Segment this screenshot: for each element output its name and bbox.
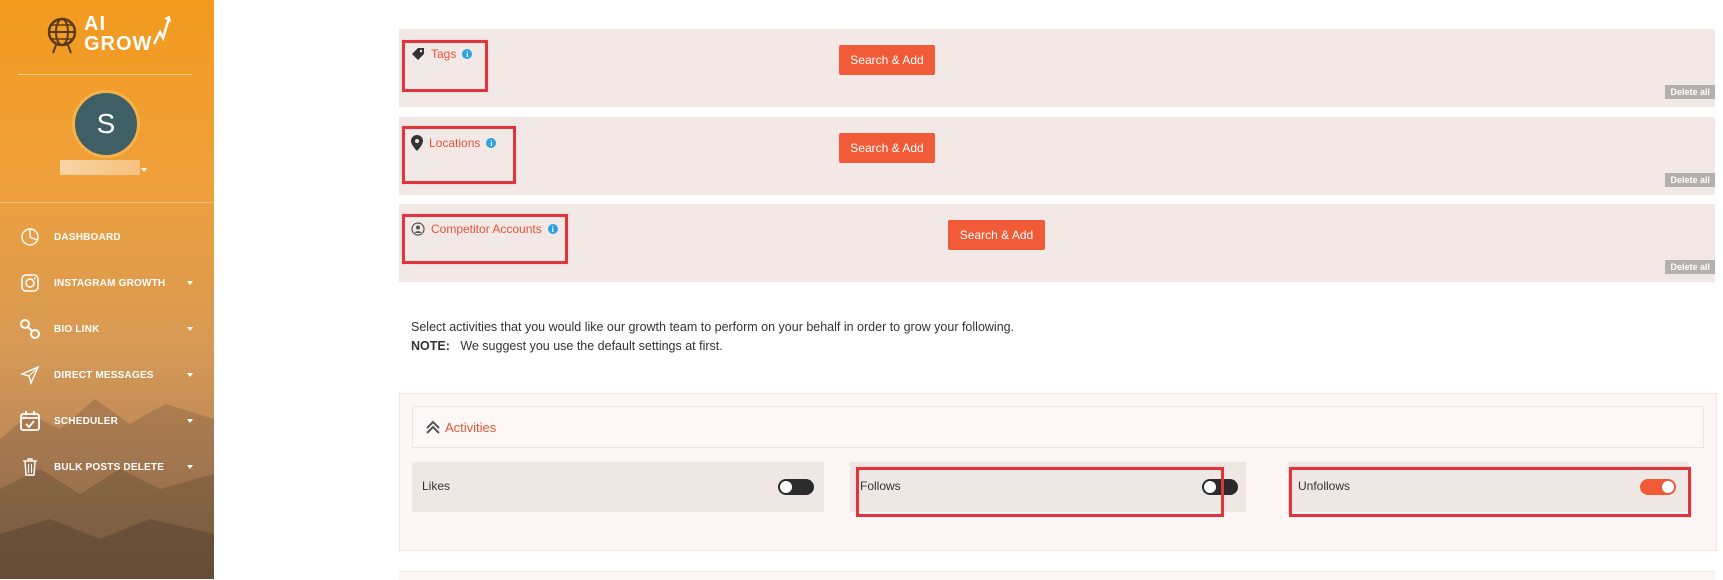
sidebar-item-instagram-growth[interactable]: INSTAGRAM GROWTH: [0, 260, 214, 306]
competitor-search-add-button[interactable]: Search & Add: [948, 220, 1045, 250]
sidebar-item-scheduler[interactable]: SCHEDULER: [0, 398, 214, 444]
link-icon: [18, 317, 42, 341]
sidebar: AI GROW S DASHBOARD INSTAGRAM GROWTH BIO…: [0, 0, 214, 579]
growth-arrow-icon: [152, 15, 171, 45]
tags-search-add-button[interactable]: Search & Add: [839, 45, 935, 75]
sidebar-item-label: INSTAGRAM GROWTH: [54, 277, 166, 289]
description-line: Select activities that you would like ou…: [411, 320, 1015, 334]
competitor-accounts-panel: Competitor Accounts i Search & Add Delet…: [399, 204, 1715, 282]
note-label: NOTE:: [411, 339, 450, 353]
send-icon: [18, 363, 42, 387]
likes-label: Likes: [422, 479, 451, 493]
tags-panel: Tags i Search & Add Delete all: [399, 29, 1715, 107]
chevron-down-icon: [187, 373, 193, 377]
pie-chart-icon: [18, 225, 42, 249]
toggle-knob: [780, 481, 792, 493]
highlight-box-locations: [402, 126, 516, 184]
chevron-double-up-icon: [426, 420, 440, 434]
calendar-icon: [18, 409, 42, 433]
chevron-down-icon: [187, 327, 193, 331]
note-line: NOTE: We suggest you use the default set…: [411, 337, 1014, 356]
logo[interactable]: AI GROW: [44, 12, 174, 62]
sidebar-item-label: BULK POSTS DELETE: [54, 461, 165, 473]
logo-text-line1: AI: [84, 13, 106, 35]
user-menu-chevron-down-icon[interactable]: [141, 168, 147, 172]
likes-card: Likes: [412, 462, 824, 512]
avatar-initial: S: [96, 108, 116, 139]
logo-text-line2: GROW: [84, 33, 153, 55]
sidebar-divider: [18, 74, 192, 75]
likes-toggle[interactable]: [778, 479, 814, 495]
sidebar-divider-2: [0, 202, 214, 203]
chevron-down-icon: [187, 281, 193, 285]
avatar[interactable]: S: [72, 90, 140, 158]
highlight-box-competitor-accounts: [402, 214, 568, 264]
instagram-icon: [18, 271, 42, 295]
sidebar-item-direct-messages[interactable]: DIRECT MESSAGES: [0, 352, 214, 398]
activities-header[interactable]: Activities: [412, 406, 1704, 448]
highlight-box-tags: [402, 40, 488, 92]
sidebar-item-bio-link[interactable]: BIO LINK: [0, 306, 214, 352]
competitor-delete-all-button[interactable]: Delete all: [1665, 260, 1715, 274]
highlight-box-unfollows: [1289, 467, 1691, 517]
sidebar-item-bulk-posts-delete[interactable]: BULK POSTS DELETE: [0, 444, 214, 490]
chevron-down-icon: [187, 419, 193, 423]
globe-logo-icon: [47, 17, 77, 54]
locations-delete-all-button[interactable]: Delete all: [1665, 173, 1715, 187]
sidebar-item-dashboard[interactable]: DASHBOARD: [0, 214, 214, 260]
sidebar-item-label: BIO LINK: [54, 323, 100, 335]
sidebar-nav: DASHBOARD INSTAGRAM GROWTH BIO LINK DIRE…: [0, 214, 214, 490]
locations-panel: Locations i Search & Add Delete all: [399, 117, 1715, 195]
activities-description: Select activities that you would like ou…: [411, 318, 1014, 356]
highlight-box-follows: [856, 467, 1224, 517]
note-text: We suggest you use the default settings …: [460, 339, 723, 353]
username-placeholder[interactable]: [60, 160, 140, 175]
sidebar-item-label: DASHBOARD: [54, 231, 121, 243]
sidebar-item-label: SCHEDULER: [54, 415, 119, 427]
activities-title: Activities: [445, 419, 497, 435]
locations-search-add-button[interactable]: Search & Add: [839, 133, 935, 163]
sidebar-item-label: DIRECT MESSAGES: [54, 369, 154, 381]
trash-icon: [18, 455, 42, 479]
main-content: Tags i Search & Add Delete all Locations…: [214, 0, 1723, 580]
chevron-down-icon: [187, 465, 193, 469]
tags-delete-all-button[interactable]: Delete all: [1665, 85, 1715, 99]
